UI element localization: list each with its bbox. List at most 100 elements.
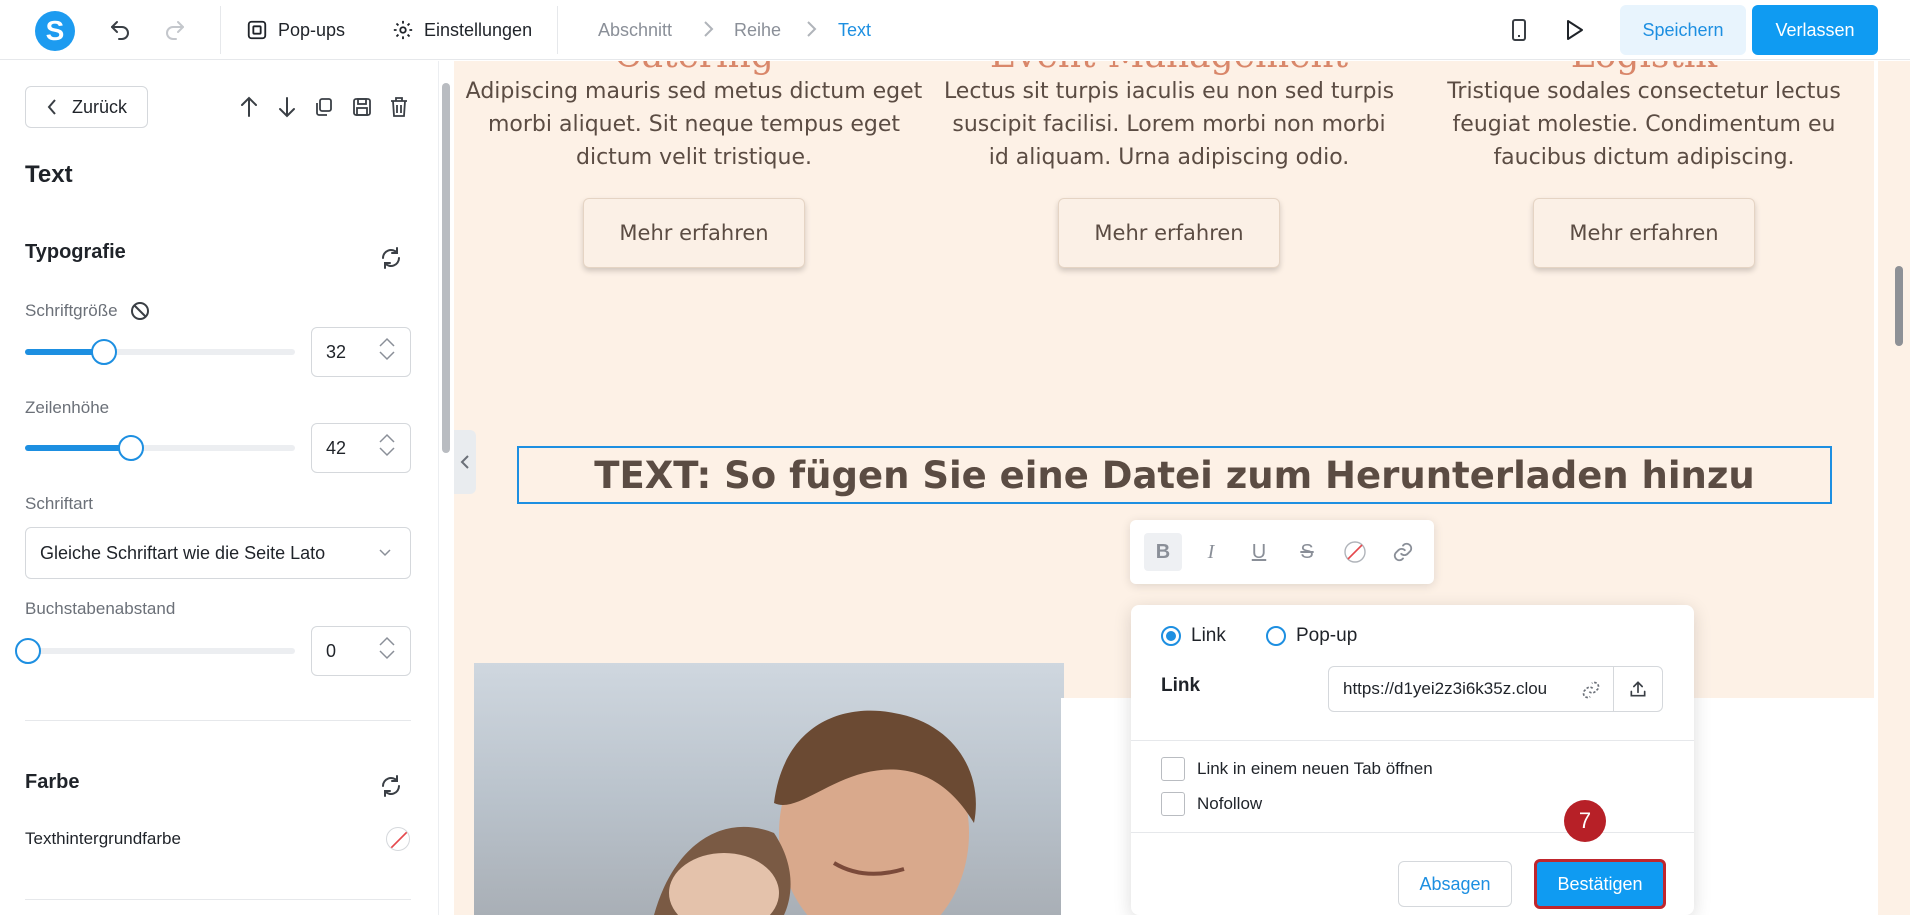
- popups-button[interactable]: Pop-ups: [246, 16, 345, 44]
- chevron-down-icon: [379, 549, 391, 557]
- underline-icon[interactable]: U: [1240, 533, 1278, 571]
- radio-popup[interactable]: Pop-up: [1266, 625, 1357, 647]
- radio-dot[interactable]: [1161, 626, 1181, 646]
- learn-more-button[interactable]: Mehr erfahren: [1058, 198, 1280, 268]
- no-color-swatch-icon[interactable]: [386, 827, 410, 851]
- learn-more-button[interactable]: Mehr erfahren: [1533, 198, 1755, 268]
- mobile-preview-icon[interactable]: [1504, 15, 1534, 45]
- redo-icon[interactable]: [160, 15, 190, 45]
- radio-link[interactable]: Link: [1161, 625, 1226, 647]
- divider: [25, 899, 411, 900]
- scrollbar-thumb[interactable]: [442, 83, 450, 453]
- selected-text-block[interactable]: TEXT: So fügen Sie eine Datei zum Herunt…: [517, 446, 1832, 504]
- color-title: Farbe: [25, 771, 80, 793]
- link-label: Link: [1161, 675, 1201, 696]
- text-bg-label: Texthintergrundfarbe: [25, 829, 181, 848]
- letter-spacing-input[interactable]: 0: [311, 626, 411, 676]
- chevron-right-icon: [803, 20, 819, 43]
- line-height-value: 42: [326, 437, 347, 458]
- popup-icon: [247, 20, 267, 40]
- learn-more-button[interactable]: Mehr erfahren: [583, 198, 805, 268]
- slider-thumb[interactable]: [90, 339, 117, 365]
- panel-scrollbar[interactable]: [438, 61, 452, 915]
- slider-fill: [25, 445, 128, 451]
- move-down-icon[interactable]: [274, 94, 300, 120]
- breadcrumb-row[interactable]: Reihe: [734, 20, 781, 41]
- nofollow-label: Nofollow: [1197, 794, 1263, 813]
- slider-fill: [25, 349, 101, 355]
- radio-dot[interactable]: [1266, 626, 1286, 646]
- confirm-button[interactable]: Bestätigen: [1534, 859, 1666, 909]
- step-badge: 7: [1564, 800, 1606, 842]
- checkbox[interactable]: [1161, 792, 1185, 816]
- service-title: Logistik: [1414, 61, 1874, 75]
- breadcrumb-text[interactable]: Text: [838, 20, 871, 41]
- link-popover: Link Pop-up Link https://d1yei2z3i6k35z.…: [1131, 605, 1694, 915]
- new-tab-checkbox[interactable]: Link in einem neuen Tab öffnen: [1161, 757, 1433, 781]
- line-height-label: Zeilenhöhe: [25, 398, 110, 417]
- service-title: Event-Management: [939, 61, 1399, 75]
- italic-icon[interactable]: I: [1192, 533, 1230, 571]
- service-card: Catering Adipiscing mauris sed metus dic…: [464, 61, 924, 268]
- link-icon[interactable]: [1384, 533, 1422, 571]
- canvas-scrollbar[interactable]: [1878, 61, 1910, 915]
- font-size-input[interactable]: 32: [311, 327, 411, 377]
- line-height-input[interactable]: 42: [311, 423, 411, 473]
- format-toolbar: B I U S: [1130, 520, 1434, 584]
- back-button[interactable]: Zurück: [25, 86, 148, 128]
- scrollbar-thumb[interactable]: [1895, 266, 1903, 346]
- chevron-left-icon: [460, 455, 469, 469]
- move-up-icon[interactable]: [236, 94, 262, 120]
- slider-thumb[interactable]: [15, 638, 41, 664]
- no-color-icon[interactable]: [1336, 533, 1374, 571]
- slider-thumb[interactable]: [117, 435, 144, 461]
- new-tab-label: Link in einem neuen Tab öffnen: [1197, 759, 1433, 778]
- font-size-label-row: Schriftgröße: [25, 301, 150, 321]
- font-family-label: Schriftart: [25, 494, 94, 513]
- save-button[interactable]: Speichern: [1620, 5, 1746, 55]
- divider: [1131, 832, 1694, 833]
- unlink-icon[interactable]: [1581, 680, 1601, 700]
- service-card: Logistik Tristique sodales consectetur l…: [1414, 61, 1874, 268]
- top-bar: S Pop-ups Einstellungen Abschnitt Reihe …: [0, 0, 1910, 60]
- letter-spacing-slider[interactable]: [15, 638, 295, 664]
- service-text: Adipiscing mauris sed metus dictum eget …: [465, 79, 923, 170]
- service-card: Event-Management Lectus sit turpis iacul…: [939, 61, 1399, 268]
- collapse-panel-button[interactable]: [454, 430, 476, 494]
- stepper-arrows[interactable]: [378, 337, 396, 361]
- strikethrough-icon[interactable]: S: [1288, 533, 1326, 571]
- exit-button[interactable]: Verlassen: [1752, 5, 1878, 55]
- trash-icon[interactable]: [386, 94, 412, 120]
- duplicate-icon[interactable]: [311, 94, 337, 120]
- checkbox[interactable]: [1161, 757, 1185, 781]
- service-text: Tristique sodales consectetur lectus feu…: [1447, 79, 1841, 170]
- breadcrumb-section[interactable]: Abschnitt: [598, 20, 672, 41]
- undo-icon[interactable]: [105, 15, 135, 45]
- reset-typography-icon[interactable]: [376, 243, 406, 273]
- link-url-value: https://d1yei2z3i6k35z.clou: [1343, 679, 1548, 698]
- properties-panel: Zurück Text Typografie Schriftgröße 32 Z…: [0, 61, 440, 915]
- letter-spacing-value: 0: [326, 640, 337, 661]
- upload-icon[interactable]: [1613, 666, 1663, 712]
- reset-color-icon[interactable]: [376, 771, 406, 801]
- gear-icon: [393, 20, 413, 40]
- play-preview-icon[interactable]: [1559, 15, 1589, 45]
- font-size-slider[interactable]: [25, 339, 295, 365]
- disabled-icon[interactable]: [130, 301, 150, 321]
- font-family-select[interactable]: Gleiche Schriftart wie die Seite Lato: [25, 527, 411, 579]
- bold-icon[interactable]: B: [1144, 533, 1182, 571]
- divider: [25, 720, 411, 721]
- radio-popup-label: Pop-up: [1296, 625, 1358, 646]
- save-block-icon[interactable]: [349, 94, 375, 120]
- popups-label: Pop-ups: [278, 19, 346, 40]
- cancel-button[interactable]: Absagen: [1398, 861, 1512, 907]
- stepper-arrows[interactable]: [378, 433, 396, 457]
- app-logo[interactable]: S: [35, 11, 75, 51]
- line-height-slider[interactable]: [25, 435, 295, 461]
- link-url-field[interactable]: https://d1yei2z3i6k35z.clou: [1328, 666, 1614, 712]
- back-label: Zurück: [72, 96, 128, 117]
- settings-button[interactable]: Einstellungen: [392, 16, 532, 44]
- letter-spacing-label: Buchstabenabstand: [25, 599, 176, 618]
- stepper-arrows[interactable]: [378, 636, 396, 660]
- nofollow-checkbox[interactable]: Nofollow: [1161, 792, 1262, 816]
